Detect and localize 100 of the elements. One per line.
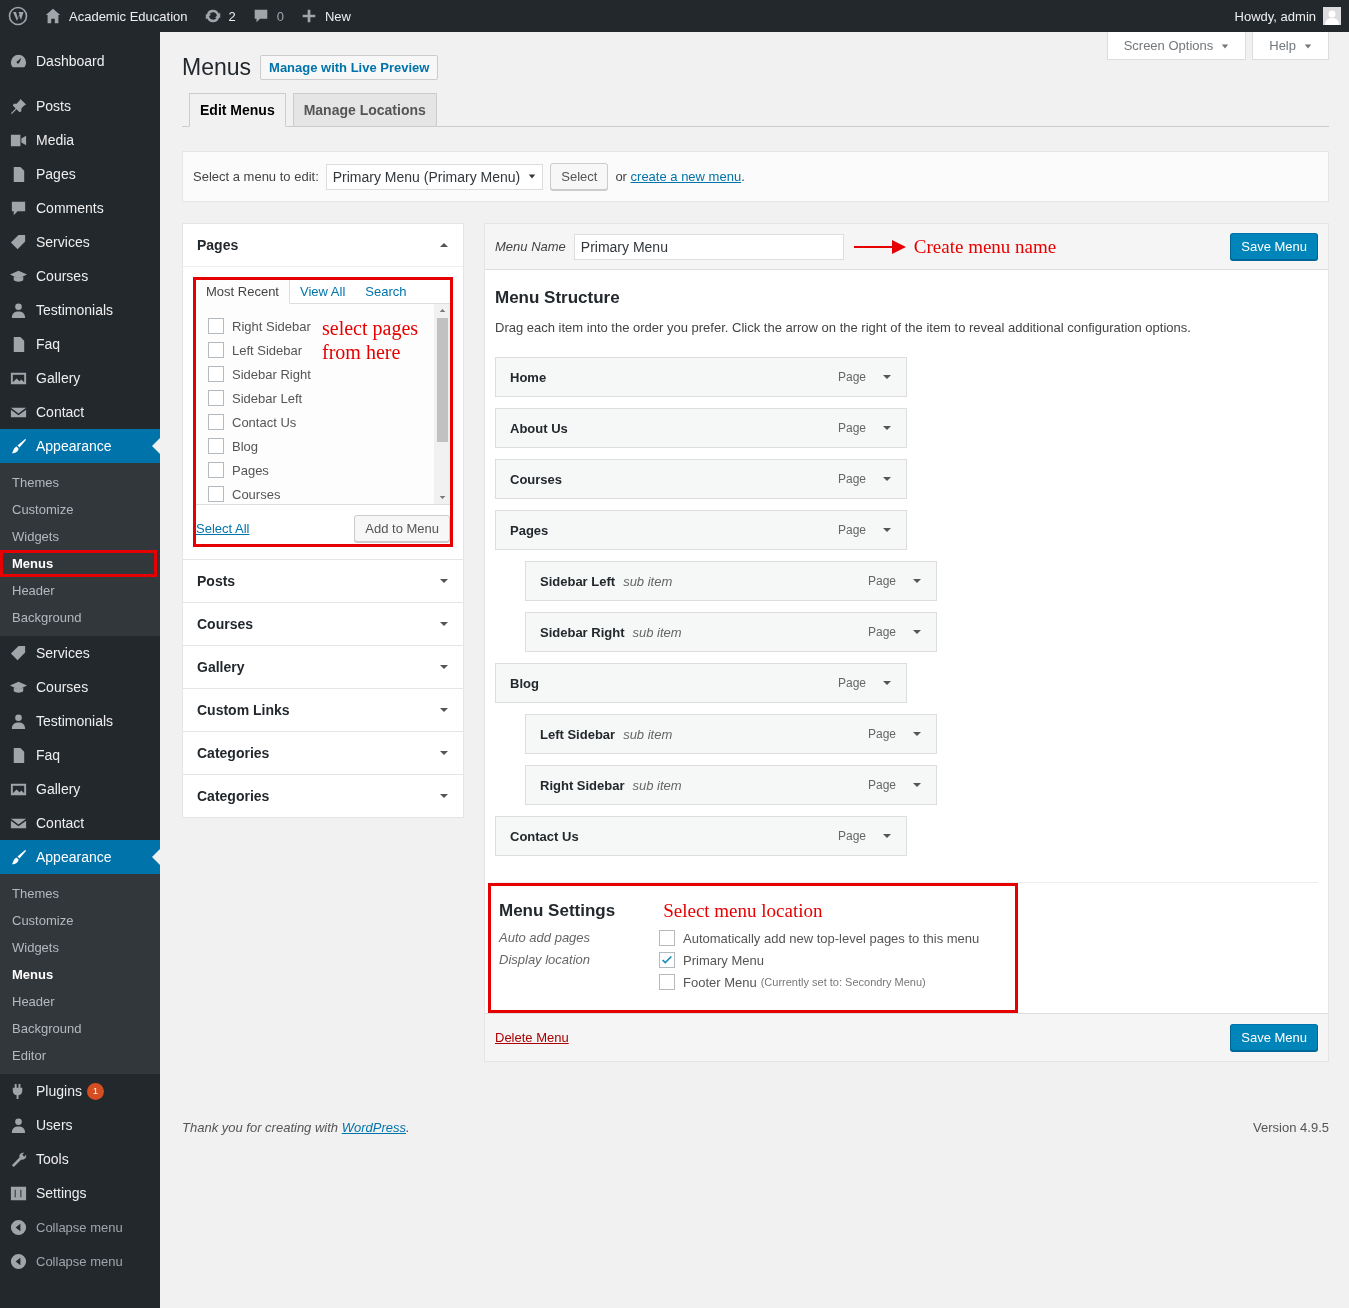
screen-meta-toggle[interactable]: Screen Options xyxy=(1106,32,1247,60)
expand-arrow-icon[interactable] xyxy=(912,780,922,790)
menu-item-bar[interactable]: Pages Page xyxy=(495,510,907,550)
submenu-item[interactable]: Background xyxy=(0,604,160,631)
menu-item-bar[interactable]: About Us Page xyxy=(495,408,907,448)
expand-arrow-icon[interactable] xyxy=(882,474,892,484)
panel-tab[interactable]: Most Recent xyxy=(196,280,290,304)
expand-arrow-icon[interactable] xyxy=(882,831,892,841)
menu-item-bar[interactable]: Sidebar Right sub item Page xyxy=(525,612,937,652)
panel-tab[interactable]: View All xyxy=(290,280,356,303)
submenu-item[interactable]: Menus xyxy=(0,961,160,988)
sidebar-menu-item[interactable]: Faq xyxy=(0,327,160,361)
submenu-item[interactable]: Background xyxy=(0,1015,160,1042)
select-button[interactable]: Select xyxy=(550,163,609,190)
sidebar-menu-item[interactable]: Users xyxy=(0,1108,160,1142)
updates-link[interactable]: 2 xyxy=(203,7,236,25)
sidebar-menu-item[interactable]: Services xyxy=(0,636,160,670)
menu-name-field[interactable]: Primary Menu xyxy=(573,233,844,260)
submenu-item[interactable]: Header xyxy=(0,577,160,604)
sidebar-menu-item[interactable]: Plugins 1 xyxy=(0,1074,160,1108)
submenu-item[interactable]: Themes xyxy=(0,880,160,907)
screen-meta-toggle[interactable]: Help xyxy=(1252,32,1329,60)
expand-arrow-icon[interactable] xyxy=(912,576,922,586)
expand-arrow-icon[interactable] xyxy=(912,627,922,637)
save-menu-button[interactable]: Save Menu xyxy=(1230,233,1318,260)
checkbox[interactable] xyxy=(208,462,224,478)
sidebar-menu-item[interactable]: Appearance xyxy=(0,429,160,463)
sidebar-menu-item[interactable]: Settings xyxy=(0,1176,160,1210)
expand-arrow-icon xyxy=(439,705,449,715)
submenu-item[interactable]: Header xyxy=(0,988,160,1015)
checkbox[interactable] xyxy=(208,390,224,406)
submenu-item[interactable]: Widgets xyxy=(0,523,160,550)
checkbox[interactable] xyxy=(208,438,224,454)
scrollbar[interactable] xyxy=(434,304,450,504)
expand-arrow-icon[interactable] xyxy=(912,729,922,739)
sidebar-menu-item[interactable]: Courses xyxy=(0,670,160,704)
wordpress-link[interactable]: WordPress xyxy=(341,1120,406,1135)
submenu-item[interactable]: Editor xyxy=(0,1042,160,1069)
menu-item-title: Contact Us xyxy=(510,828,579,844)
submenu-item[interactable]: Widgets xyxy=(0,934,160,961)
sidebar-menu-item[interactable]: Faq xyxy=(0,738,160,772)
version-text: Version 4.9.5 xyxy=(1253,1120,1329,1135)
sidebar-menu-item[interactable]: Appearance xyxy=(0,840,160,874)
collapse-arrow-icon xyxy=(439,240,449,250)
sidebar-menu-item[interactable]: Posts xyxy=(0,89,160,123)
submenu-item[interactable]: Themes xyxy=(0,469,160,496)
submenu-item[interactable]: Customize xyxy=(0,907,160,934)
menu-item-bar[interactable]: Left Sidebar sub item Page xyxy=(525,714,937,754)
sidebar-menu-item[interactable]: Services xyxy=(0,225,160,259)
submenu-item[interactable]: Customize xyxy=(0,496,160,523)
comments-link[interactable]: 0 xyxy=(251,7,284,25)
menu-item-bar[interactable]: Courses Page xyxy=(495,459,907,499)
menu-item-bar[interactable]: Right Sidebar sub item Page xyxy=(525,765,937,805)
checkbox[interactable] xyxy=(208,414,224,430)
site-name-link[interactable]: Academic Education xyxy=(44,7,188,25)
expand-arrow-icon[interactable] xyxy=(882,372,892,382)
expand-arrow-icon[interactable] xyxy=(882,678,892,688)
sidebar-menu-item[interactable]: Gallery xyxy=(0,772,160,806)
save-menu-button[interactable]: Save Menu xyxy=(1230,1024,1318,1051)
nav-tab[interactable]: Edit Menus xyxy=(189,93,286,127)
sidebar-menu-item[interactable]: Testimonials xyxy=(0,704,160,738)
sidebar-menu-item[interactable]: Collapse menu xyxy=(0,1244,160,1278)
select-all-link[interactable]: Select All xyxy=(196,521,250,536)
menu-item-bar[interactable]: Contact Us Page xyxy=(495,816,907,856)
sidebar-menu-item[interactable]: Contact xyxy=(0,806,160,840)
menu-dropdown[interactable]: Primary Menu (Primary Menu) xyxy=(325,163,544,190)
sidebar-menu-item[interactable]: Media xyxy=(0,123,160,157)
live-preview-button[interactable]: Manage with Live Preview xyxy=(260,55,439,80)
menu-item-bar[interactable]: Sidebar Left sub item Page xyxy=(525,561,937,601)
sidebar-menu-item[interactable]: Collapse menu xyxy=(0,1210,160,1244)
sidebar-menu-item[interactable]: Dashboard xyxy=(0,44,160,78)
menu-item-bar[interactable]: Blog Page xyxy=(495,663,907,703)
scroll-up-icon xyxy=(438,307,446,314)
add-to-menu-button[interactable]: Add to Menu xyxy=(354,515,450,542)
checkbox[interactable] xyxy=(208,486,224,502)
sidebar-menu-item[interactable]: Gallery xyxy=(0,361,160,395)
account-link[interactable]: Howdy, admin xyxy=(1234,7,1341,25)
panel-tab[interactable]: Search xyxy=(355,280,417,303)
checkbox[interactable] xyxy=(659,974,675,990)
checkbox[interactable] xyxy=(208,366,224,382)
sidebar-menu-item[interactable]: Contact xyxy=(0,395,160,429)
sidebar-menu-item[interactable]: Courses xyxy=(0,259,160,293)
checkbox[interactable] xyxy=(208,318,224,334)
wordpress-logo-icon[interactable] xyxy=(8,6,28,26)
delete-menu-link[interactable]: Delete Menu xyxy=(495,1030,569,1045)
expand-arrow-icon[interactable] xyxy=(882,525,892,535)
menu-item-type: Page xyxy=(867,574,896,588)
location-detail: (Currently set to: Secondry Menu) xyxy=(760,976,926,988)
sidebar-menu-item[interactable]: Comments xyxy=(0,191,160,225)
menu-item-bar[interactable]: Home Page xyxy=(495,357,907,397)
checkbox[interactable] xyxy=(659,952,675,968)
submenu-item[interactable]: Menus xyxy=(0,550,157,577)
expand-arrow-icon[interactable] xyxy=(882,423,892,433)
sidebar-menu-item[interactable]: Testimonials xyxy=(0,293,160,327)
new-link[interactable]: New xyxy=(300,7,351,25)
sidebar-menu-item[interactable]: Pages xyxy=(0,157,160,191)
checkbox[interactable] xyxy=(659,930,675,946)
sidebar-menu-item[interactable]: Tools xyxy=(0,1142,160,1176)
checkbox[interactable] xyxy=(208,342,224,358)
nav-tab[interactable]: Manage Locations xyxy=(292,93,437,127)
